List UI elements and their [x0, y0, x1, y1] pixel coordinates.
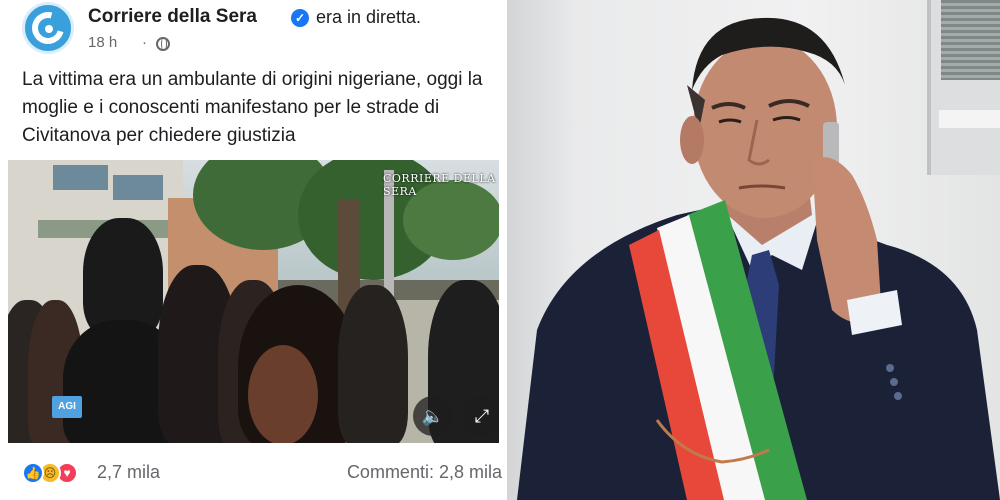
mayor-photo: [507, 0, 1000, 500]
sleeve-button: [894, 392, 902, 400]
reaction-count[interactable]: 2,7 mila: [97, 462, 160, 483]
live-video-player[interactable]: CORRIERE DELLA SERA AGI 🔈 ⤢: [8, 160, 499, 443]
ear: [680, 116, 704, 164]
reactions-bar: 👍 ☹ ♥ 2,7 mila Commenti: 2,8 mila: [22, 458, 502, 486]
post-timestamp[interactable]: 18 h: [88, 34, 117, 51]
post-header: Corriere della Sera ✓ era in diretta. 18…: [20, 0, 500, 56]
live-status-text: era in diretta.: [316, 7, 422, 27]
fullscreen-button[interactable]: ⤢: [462, 396, 499, 436]
building-window: [113, 175, 163, 200]
mayor-figure: [517, 17, 1000, 500]
building-window: [53, 165, 108, 190]
sleeve-button: [886, 364, 894, 372]
speaker-icon: 🔈: [421, 406, 445, 426]
like-icon[interactable]: 👍: [22, 462, 44, 484]
volume-button[interactable]: 🔈: [413, 396, 453, 436]
comments-count-link[interactable]: Commenti: 2,8 mila: [347, 462, 502, 483]
video-watermark: CORRIERE DELLA SERA: [383, 172, 496, 198]
expand-icon: ⤢: [474, 406, 490, 426]
post-message: La vittima era un ambulante di origini n…: [22, 69, 483, 146]
page-name-link[interactable]: Corriere della Sera: [88, 6, 257, 28]
facebook-post: Corriere della Sera ✓ era in diretta. 18…: [0, 0, 507, 500]
public-globe-icon: [156, 37, 170, 51]
verified-badge-icon: ✓: [291, 9, 309, 27]
logo-dot-shape: [45, 25, 53, 33]
agi-logo-badge: AGI: [52, 396, 82, 418]
crowd-person: [338, 285, 408, 443]
meta-separator: ·: [142, 34, 147, 51]
sleeve-button: [890, 378, 898, 386]
corriere-logo-avatar[interactable]: [22, 2, 74, 54]
crowd-face: [248, 345, 318, 443]
